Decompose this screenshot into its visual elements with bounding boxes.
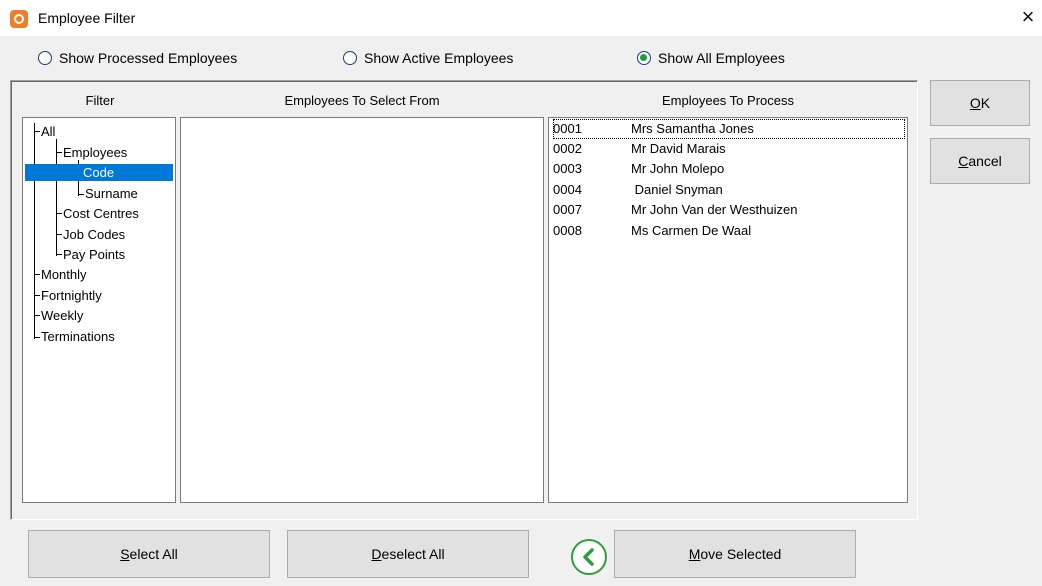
employee-name: Mr David Marais [631,141,726,156]
radio-show-all[interactable]: Show All Employees [637,48,785,68]
close-icon[interactable]: × [1016,6,1040,30]
tree-connector [34,123,35,339]
radio-indicator[interactable] [343,51,357,65]
employees-to-process-list[interactable]: 0001 Mrs Samantha Jones 0002 Mr David Ma… [548,117,908,503]
tree-item-fortnightly[interactable]: Fortnightly [41,287,102,304]
deselect-all-mnemonic: D [371,546,382,562]
ok-label: K [980,95,991,111]
list-item[interactable]: 0008 Ms Carmen De Waal [553,221,905,241]
list-item[interactable]: 0003 Mr John Molepo [553,159,905,179]
select-from-header: Employees To Select From [284,93,440,108]
tree-item-cost-centres[interactable]: Cost Centres [63,205,139,222]
employee-name: Daniel Snyman [631,182,723,197]
radio-label: Show Processed Employees [59,50,238,66]
list-item[interactable]: 0004 Daniel Snyman [553,180,905,200]
employee-code: 0003 [553,161,582,176]
select-all-button[interactable]: Select All [28,530,270,578]
radio-show-active[interactable]: Show Active Employees [343,48,513,68]
arrow-left-circle-icon[interactable] [571,539,607,575]
window-title: Employee Filter [38,10,136,26]
tree-connector [56,213,62,214]
ok-button[interactable]: OK [930,80,1030,126]
employee-name: Mrs Samantha Jones [631,121,754,136]
tree-item-employees[interactable]: Employees [63,144,127,161]
employee-code: 0004 [553,182,582,197]
radio-label: Show Active Employees [364,50,514,66]
employee-name: Mr John Molepo [631,161,725,176]
cancel-label: ancel [968,153,1002,169]
tree-item-job-codes[interactable]: Job Codes [63,226,125,243]
deselect-all-label: eselect All [381,546,445,562]
radio-indicator[interactable] [38,51,52,65]
tree-connector [34,315,40,316]
move-selected-mnemonic: M [688,546,701,562]
radio-label: Show All Employees [658,50,785,66]
tree-item-code[interactable]: Code [25,164,173,181]
tree-connector [78,194,84,195]
select-all-label: elect All [129,546,178,562]
employee-code: 0001 [553,121,582,136]
tree-item-all[interactable]: All [41,123,55,140]
tree-connector [56,234,62,235]
cancel-mnemonic: C [958,153,969,169]
move-selected-label: ove Selected [700,546,782,562]
employee-code: 0008 [553,223,582,238]
radio-show-processed[interactable]: Show Processed Employees [38,48,237,68]
tree-connector [34,295,40,296]
title-bar: Employee Filter × [0,0,1042,36]
filter-tree[interactable]: All Employees Code Surname Cost Centres … [22,117,176,503]
move-selected-button[interactable]: Move Selected [614,530,856,578]
employee-code: 0002 [553,141,582,156]
radio-indicator[interactable] [637,51,651,65]
tree-connector [34,337,40,338]
select-all-mnemonic: S [120,546,130,562]
tree-connector [56,254,62,255]
to-process-header: Employees To Process [662,93,794,108]
tree-connector [56,152,62,153]
employee-name: Mr John Van der Westhuizen [631,202,798,217]
deselect-all-button[interactable]: Deselect All [287,530,529,578]
tree-connector [34,131,40,132]
tree-item-weekly[interactable]: Weekly [41,307,83,324]
employees-select-from-list[interactable] [180,117,544,503]
tree-item-surname[interactable]: Surname [85,185,138,202]
tree-connector [34,274,40,275]
list-item[interactable]: 0007 Mr John Van der Westhuizen [553,200,905,220]
list-item[interactable]: 0001 Mrs Samantha Jones [553,119,905,139]
list-item[interactable]: 0002 Mr David Marais [553,139,905,159]
employee-code: 0007 [553,202,582,217]
filter-header: Filter [85,93,115,108]
app-logo-icon [10,10,28,28]
cancel-button[interactable]: Cancel [930,138,1030,184]
employee-name: Ms Carmen De Waal [631,223,752,238]
tree-item-monthly[interactable]: Monthly [41,266,87,283]
tree-item-terminations[interactable]: Terminations [41,328,115,345]
ok-mnemonic: O [969,95,981,111]
tree-item-pay-points[interactable]: Pay Points [63,246,125,263]
tree-connector [56,139,57,256]
